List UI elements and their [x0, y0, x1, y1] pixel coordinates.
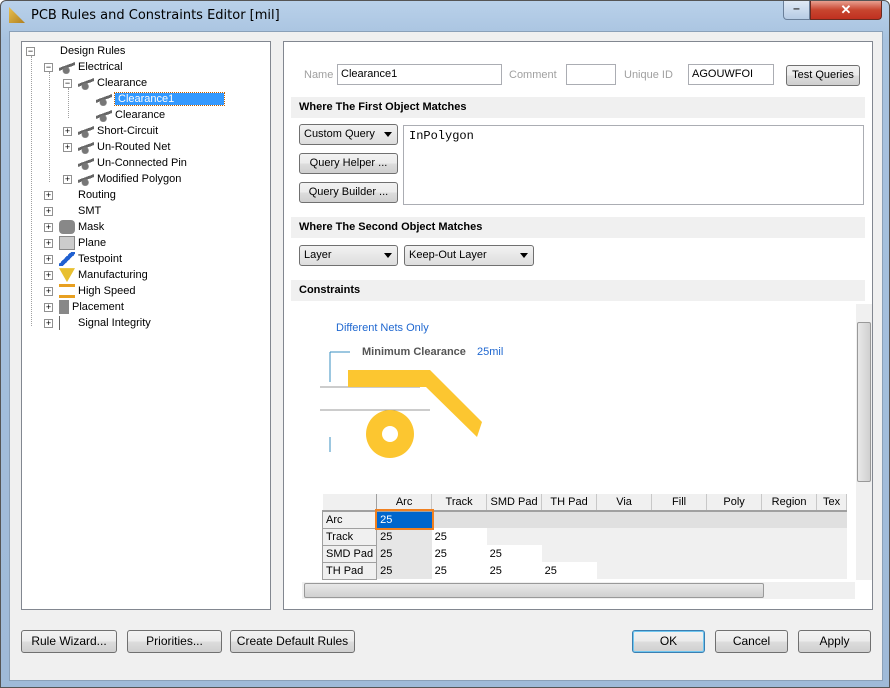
rule-tree[interactable]: − Design Rules − Electrical − Clearance Cle… [21, 41, 271, 610]
constraints-heading: Constraints [291, 280, 865, 301]
clearance-diagram [320, 351, 482, 458]
layer-select[interactable]: Keep-Out Layer [404, 245, 534, 266]
rule-editor-panel: Name Clearance1 Comment Unique ID AGOUWF… [283, 41, 873, 610]
signal-icon [59, 316, 75, 331]
cell: 25 [431, 562, 487, 579]
create-default-rules-button[interactable]: Create Default Rules [230, 630, 355, 653]
tree-node-electrical[interactable]: − Electrical [44, 59, 123, 75]
chevron-down-icon [384, 132, 392, 137]
rule-icon [96, 108, 112, 123]
rule-icon [78, 124, 94, 139]
tree-node-clearance1[interactable]: Clearance1 [96, 91, 226, 107]
tree-node-testpoint[interactable]: + Testpoint [44, 251, 122, 267]
table-row: Arc 25 [321, 509, 847, 530]
folder-icon [41, 44, 57, 58]
second-object-heading: Where The Second Object Matches [291, 217, 865, 238]
cell: 25 [376, 528, 432, 545]
tree-node-design-rules[interactable]: − Design Rules [26, 43, 125, 59]
window-title: PCB Rules and Constraints Editor [mil] [31, 8, 280, 23]
smt-icon [59, 204, 75, 218]
second-type-select[interactable]: Layer [299, 245, 398, 266]
tree-node-un-connected-pin[interactable]: Un-Connected Pin [63, 155, 187, 171]
table-row: Track 25 25 [321, 527, 847, 546]
query-builder-button[interactable]: Query Builder ... [299, 182, 398, 203]
cell: 25 [431, 545, 487, 562]
comment-input[interactable] [566, 64, 616, 85]
cancel-button[interactable]: Cancel [715, 630, 788, 653]
unique-id-input[interactable]: AGOUWFOI [688, 64, 774, 85]
col-header: Arc [376, 494, 433, 512]
tree-node-clearance[interactable]: − Clearance [63, 75, 147, 91]
tree-node-un-routed-net[interactable]: + Un-Routed Net [63, 139, 170, 155]
tree-node-signal-integrity[interactable]: + Signal Integrity [44, 315, 151, 331]
cell: 25 [541, 562, 597, 579]
table-row: TH Pad 25 25 25 25 [321, 561, 847, 580]
query-textarea[interactable]: InPolygon [403, 125, 864, 205]
rule-icon [78, 140, 94, 155]
horizontal-scrollbar[interactable] [302, 582, 855, 599]
apply-button[interactable]: Apply [798, 630, 871, 653]
col-header: Fill [651, 494, 708, 512]
cell: 25 [486, 562, 542, 579]
cell: 25 [376, 562, 432, 579]
tree-node-high-speed[interactable]: + High Speed [44, 283, 136, 299]
first-object-heading: Where The First Object Matches [291, 97, 865, 118]
cell[interactable]: 25 [374, 509, 434, 530]
placement-icon [59, 300, 69, 315]
testpoint-icon [59, 252, 75, 267]
test-queries-button[interactable]: Test Queries [786, 65, 860, 86]
table-row: SMD Pad 25 25 25 [321, 544, 847, 563]
mask-icon [59, 220, 75, 235]
different-nets-link[interactable]: Different Nets Only [336, 322, 429, 334]
col-header: Track [431, 494, 488, 512]
col-header: Poly [706, 494, 763, 512]
manufacturing-icon [59, 268, 75, 283]
tree-node-short-circuit[interactable]: + Short-Circuit [63, 123, 158, 139]
plane-icon [59, 236, 75, 251]
unique-id-label: Unique ID [624, 69, 673, 81]
tree-node-mask[interactable]: + Mask [44, 219, 104, 235]
col-header: Tex [816, 494, 848, 512]
rule-wizard-button[interactable]: Rule Wizard... [21, 630, 117, 653]
priorities-button[interactable]: Priorities... [127, 630, 222, 653]
col-header: SMD Pad [486, 494, 543, 512]
window: PCB Rules and Constraints Editor [mil] –… [0, 0, 890, 688]
close-button[interactable]: ✕ [810, 1, 882, 20]
tree-node-manufacturing[interactable]: + Manufacturing [44, 267, 148, 283]
name-label: Name [304, 69, 334, 81]
rule-icon [96, 92, 112, 107]
tree-node-smt[interactable]: + SMT [44, 203, 101, 219]
cell: 25 [486, 545, 542, 562]
rule-icon [59, 60, 75, 75]
high-speed-icon [59, 284, 75, 299]
dialog-client: − Design Rules − Electrical − Clearance Cle… [9, 31, 883, 681]
query-helper-button[interactable]: Query Helper ... [299, 153, 398, 174]
cell: 25 [431, 528, 487, 545]
rule-icon [78, 76, 94, 91]
tree-node-plane[interactable]: + Plane [44, 235, 106, 251]
vertical-scrollbar[interactable] [856, 304, 872, 580]
app-icon [9, 7, 25, 23]
chevron-down-icon [520, 253, 528, 258]
name-input[interactable]: Clearance1 [337, 64, 502, 85]
clearance-matrix[interactable]: Arc Track SMD Pad TH Pad Via Fill Poly Region Te… [321, 494, 848, 580]
ok-button[interactable]: OK [632, 630, 705, 653]
col-header: Region [761, 494, 818, 512]
tree-node-routing[interactable]: + Routing [44, 187, 116, 203]
tree-node-placement[interactable]: + Placement [44, 299, 124, 315]
rule-icon [78, 172, 94, 187]
routing-icon [59, 188, 75, 202]
minimize-button[interactable]: – [783, 1, 810, 20]
tree-node-modified-polygon[interactable]: + Modified Polygon [63, 171, 181, 187]
cell: 25 [376, 545, 432, 562]
chevron-down-icon [384, 253, 392, 258]
tree-node-clearance-rule[interactable]: Clearance [96, 107, 165, 123]
first-query-type-select[interactable]: Custom Query [299, 124, 398, 145]
rule-icon [78, 156, 94, 171]
col-header: Via [596, 494, 653, 512]
comment-label: Comment [509, 69, 557, 81]
col-header: TH Pad [541, 494, 598, 512]
